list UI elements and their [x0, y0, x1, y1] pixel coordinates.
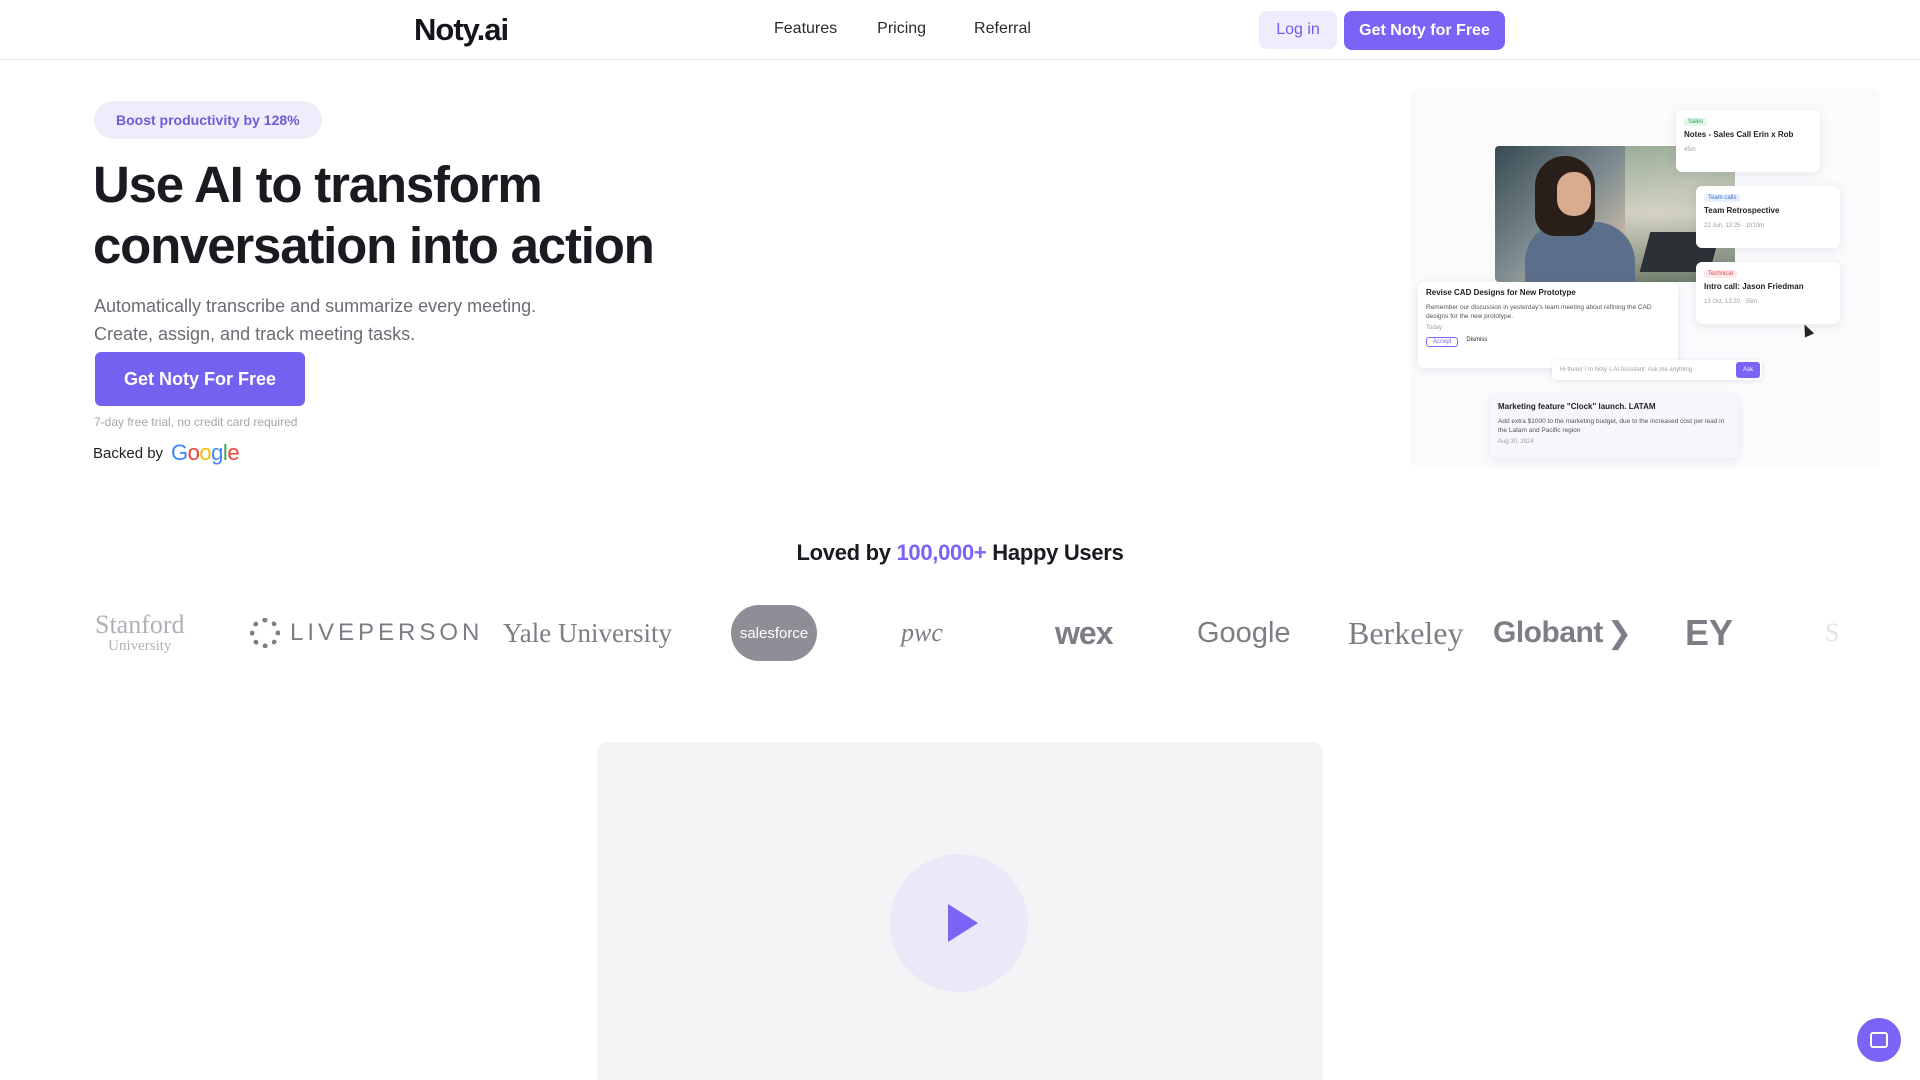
salesforce-cloud-icon: salesforce	[731, 605, 817, 661]
dismiss-button: Dismiss	[1466, 337, 1488, 343]
notes-card: Sales Notes - Sales Call Erin x Rob 45m	[1676, 110, 1820, 172]
wex-logo: wex	[1055, 614, 1113, 651]
hero-title-line1: Use AI to transform	[93, 156, 543, 213]
chat-icon	[1870, 1032, 1888, 1048]
nav-link-referral[interactable]: Referral	[974, 20, 1031, 38]
notes-tag: Sales	[1684, 118, 1708, 126]
backed-by-label: Backed by	[93, 444, 164, 462]
customer-logos: Stanford University LIVEPERSON Yale Univ…	[95, 598, 1840, 668]
hero-get-noty-button[interactable]: Get Noty For Free	[95, 352, 305, 406]
nav-get-noty-button[interactable]: Get Noty for Free	[1344, 11, 1505, 50]
google-logo: Google	[171, 440, 240, 465]
liveperson-ring-icon	[250, 618, 280, 648]
mkt-due: Aug 30, 2024	[1498, 439, 1534, 445]
hero-subtitle-line2: Create, assign, and track meeting tasks.	[94, 324, 416, 344]
nav-links: Features Pricing Referral	[774, 20, 1071, 38]
google-customer-logo: Google	[1197, 616, 1291, 649]
loved-count: 100,000+	[896, 540, 987, 565]
yale-logo: Yale University	[503, 617, 673, 648]
berkeley-logo: Berkeley	[1348, 614, 1464, 651]
cad-actions: Accept Dismiss	[1426, 337, 1670, 347]
team-card: Team calls Team Retrospective 22 Jun, 13…	[1696, 186, 1840, 248]
globant-chevron-icon: ❯	[1606, 616, 1632, 650]
intro-meta: 13 Oct, 13:20 · 35m	[1704, 299, 1758, 305]
chat-widget-button[interactable]	[1857, 1018, 1901, 1062]
nav-link-features[interactable]: Features	[774, 20, 837, 38]
intro-tag: Technical	[1704, 270, 1738, 278]
faded-logo: S	[1825, 618, 1840, 647]
accept-button: Accept	[1426, 337, 1459, 347]
hero-title: Use AI to transform conversation into ac…	[93, 154, 793, 276]
liveperson-logo: LIVEPERSON	[250, 598, 483, 668]
hero-title-line2: conversation into action	[93, 217, 655, 274]
mkt-body: Add extra $1000 to the marketing budget,…	[1498, 418, 1725, 434]
backed-by: Backed by Google	[93, 440, 240, 466]
logo[interactable]: Noty.ai	[414, 12, 509, 48]
ask-assistant-bar: Hi there! I`m Noty`s AI Assistant. Ask m…	[1552, 360, 1762, 380]
cad-title: Revise CAD Designs for New Prototype	[1426, 288, 1576, 297]
mkt-title: Marketing feature "Clock" launch. LATAM	[1498, 402, 1656, 411]
stanford-logo: Stanford University	[95, 610, 185, 655]
login-button[interactable]: Log in	[1259, 11, 1337, 49]
team-meta: 22 Jun, 13:25 · 1h10m	[1704, 223, 1765, 229]
globant-logo: Globant ❯	[1493, 616, 1632, 650]
productivity-badge: Boost productivity by 128%	[94, 101, 322, 139]
notes-meta: 45m	[1684, 147, 1696, 153]
loved-prefix: Loved by	[796, 540, 897, 565]
hero-subtitle-line1: Automatically transcribe and summarize e…	[94, 296, 537, 316]
salesforce-logo: salesforce	[731, 598, 817, 668]
marketing-task-card: Marketing feature "Clock" launch. LATAM …	[1490, 396, 1738, 458]
intro-card: Technical Intro call: Jason Friedman 13 …	[1696, 262, 1840, 324]
ey-logo: EY	[1685, 612, 1734, 653]
loved-suffix: Happy Users	[986, 540, 1124, 565]
cad-due: Today	[1426, 325, 1443, 331]
trial-note: 7-day free trial, no credit card require…	[94, 415, 298, 429]
team-title: Team Retrospective	[1704, 206, 1780, 215]
cad-task-card: Revise CAD Designs for New Prototype Rem…	[1418, 282, 1678, 368]
top-nav: Noty.ai Features Pricing Referral Log in…	[0, 0, 1920, 60]
nav-link-pricing[interactable]: Pricing	[877, 20, 926, 38]
notes-title: Notes - Sales Call Erin x Rob	[1684, 130, 1794, 139]
ask-placeholder: Hi there! I`m Noty`s AI Assistant. Ask m…	[1560, 367, 1693, 373]
ask-button: Ask	[1735, 362, 1760, 378]
play-button[interactable]	[890, 854, 1028, 992]
loved-by-heading: Loved by 100,000+ Happy Users	[0, 540, 1920, 566]
team-tag: Team calls	[1704, 194, 1741, 202]
cad-body: Remember our discussion in yesterday's t…	[1426, 304, 1652, 320]
hero-subtitle: Automatically transcribe and summarize e…	[94, 292, 694, 348]
play-icon	[948, 904, 978, 942]
intro-title: Intro call: Jason Friedman	[1704, 282, 1804, 291]
pwc-logo: pwc	[901, 618, 943, 647]
